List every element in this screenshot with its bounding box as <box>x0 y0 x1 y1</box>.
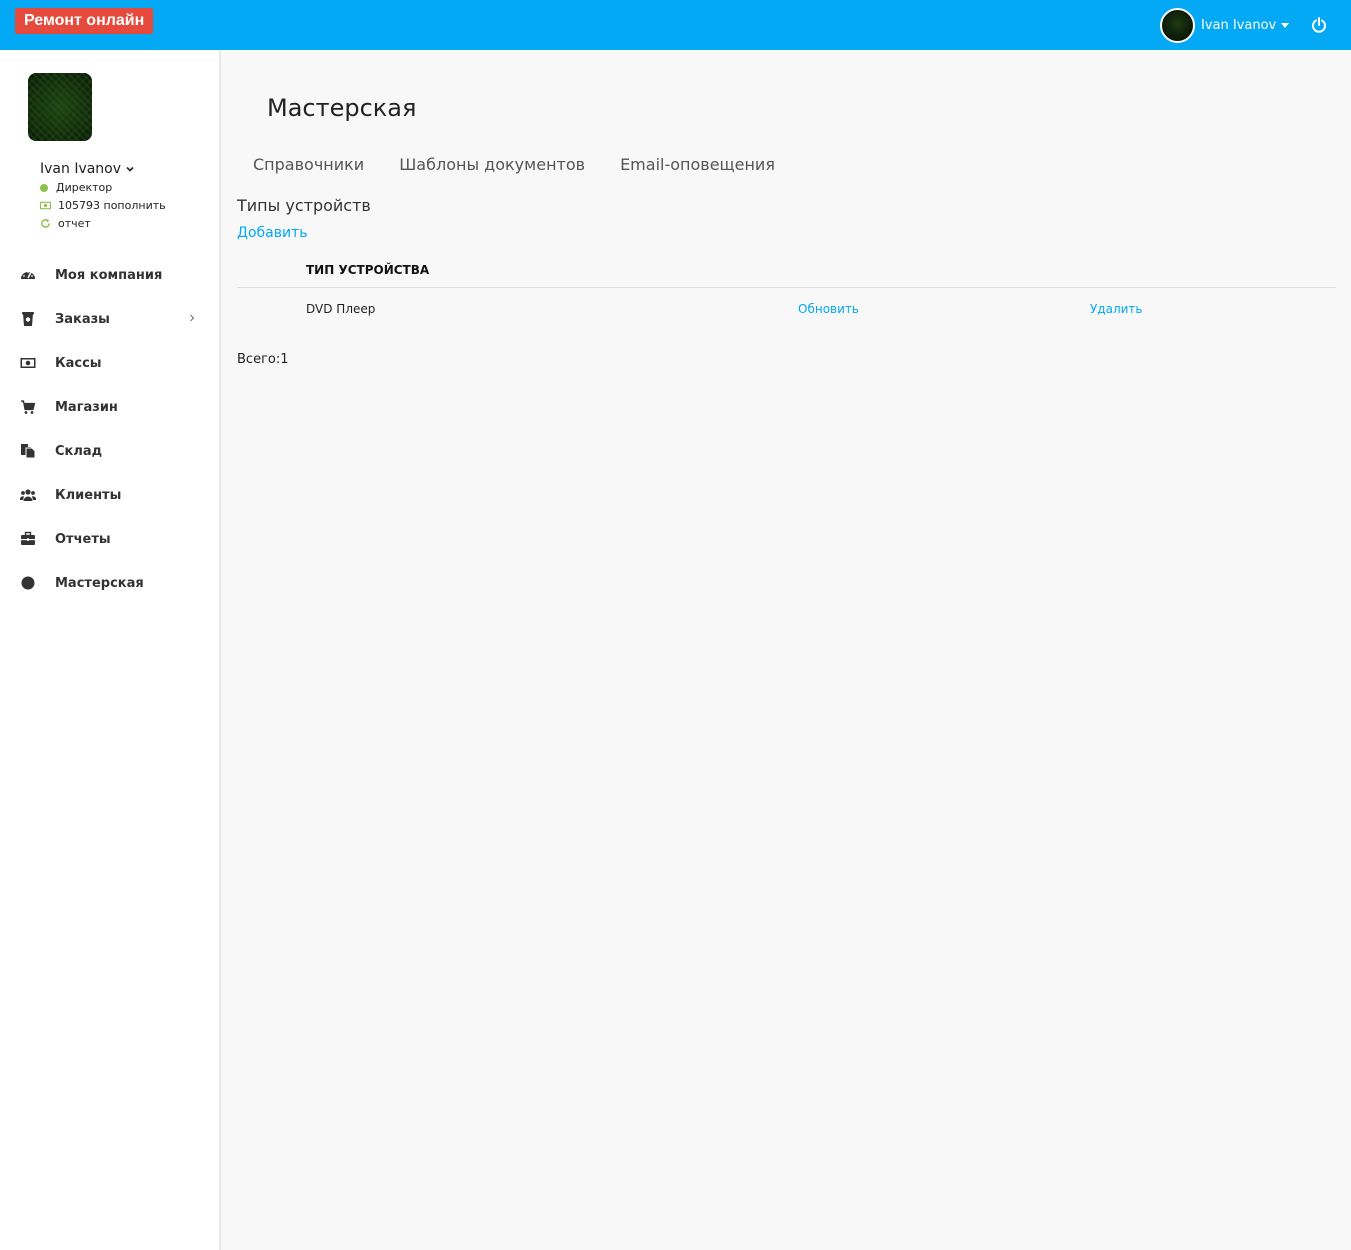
total-count: Всего:1 <box>237 352 289 367</box>
caret-down-icon <box>1281 23 1290 28</box>
sidebar-item-label: Склад <box>55 443 103 459</box>
topup-link[interactable]: пополнить <box>104 199 166 212</box>
user-menu[interactable]: Ivan Ivanov <box>1160 8 1290 43</box>
sidebar-item-clients[interactable]: Клиенты <box>0 473 219 517</box>
user-menu-name: Ivan Ivanov <box>1201 18 1277 33</box>
sidebar-item-label: Клиенты <box>55 487 122 503</box>
chevron-down-icon <box>126 166 134 172</box>
money-icon <box>20 355 36 371</box>
sidebar-user-name-label: Ivan Ivanov <box>40 161 122 177</box>
delete-link[interactable]: Удалить <box>1090 302 1143 316</box>
user-role: Директор <box>40 181 112 194</box>
sidebar: Ivan Ivanov Директор 105793 пополнить от… <box>0 50 221 1250</box>
user-balance: 105793 пополнить <box>40 199 166 212</box>
money-icon <box>40 201 51 210</box>
table-header-divider <box>237 287 1336 288</box>
copy-icon <box>20 443 36 459</box>
sidebar-item-label: Отчеты <box>55 531 111 547</box>
dashboard-icon <box>20 267 36 283</box>
chevron-right-icon <box>190 314 195 322</box>
table-cell-device-type: DVD Плеер <box>306 302 376 316</box>
sidebar-item-warehouse[interactable]: Склад <box>0 429 219 473</box>
briefcase-icon <box>20 531 36 547</box>
section-title: Типы устройств <box>237 196 371 215</box>
page-title: Мастерская <box>267 94 417 122</box>
sidebar-nav: Моя компания Заказы Кассы Магазин Склад … <box>0 253 219 605</box>
sidebar-item-label: Заказы <box>55 311 110 327</box>
tabs: Справочники Шаблоны документов Email-опо… <box>253 155 810 174</box>
refresh-icon <box>41 218 50 228</box>
tab-email-notifications[interactable]: Email-оповещения <box>620 155 775 174</box>
tab-references[interactable]: Справочники <box>253 155 364 174</box>
add-link[interactable]: Добавить <box>237 225 307 241</box>
circle-icon <box>20 575 36 591</box>
sidebar-item-label: Мастерская <box>55 575 144 591</box>
sidebar-item-label: Магазин <box>55 399 118 415</box>
report-link[interactable]: отчет <box>40 217 91 230</box>
top-navbar: Ремонт онлайн Ivan Ivanov <box>0 0 1351 50</box>
orders-icon <box>20 311 36 327</box>
sidebar-user-name[interactable]: Ivan Ivanov <box>40 161 135 177</box>
sidebar-item-reports[interactable]: Отчеты <box>0 517 219 561</box>
cart-icon <box>20 399 36 415</box>
sidebar-item-label: Моя компания <box>55 267 163 283</box>
sidebar-item-my-company[interactable]: Моя компания <box>0 253 219 297</box>
sidebar-item-cash[interactable]: Кассы <box>0 341 219 385</box>
user-role-label: Директор <box>56 181 113 194</box>
users-icon <box>20 487 36 503</box>
sidebar-item-workshop[interactable]: Мастерская <box>0 561 219 605</box>
sidebar-item-orders[interactable]: Заказы <box>0 297 219 341</box>
status-dot-icon <box>40 183 48 192</box>
update-link[interactable]: Обновить <box>798 302 859 316</box>
tab-document-templates[interactable]: Шаблоны документов <box>399 155 585 174</box>
profile-avatar[interactable] <box>28 73 92 141</box>
avatar <box>1160 8 1195 43</box>
balance-value: 105793 <box>58 199 100 212</box>
brand-logo[interactable]: Ремонт онлайн <box>15 8 154 34</box>
report-label: отчет <box>58 217 91 230</box>
sidebar-item-shop[interactable]: Магазин <box>0 385 219 429</box>
table-header-device-type[interactable]: ТИП УСТРОЙСТВА <box>306 263 429 277</box>
sidebar-item-label: Кассы <box>55 355 102 371</box>
power-icon[interactable] <box>1311 17 1327 33</box>
